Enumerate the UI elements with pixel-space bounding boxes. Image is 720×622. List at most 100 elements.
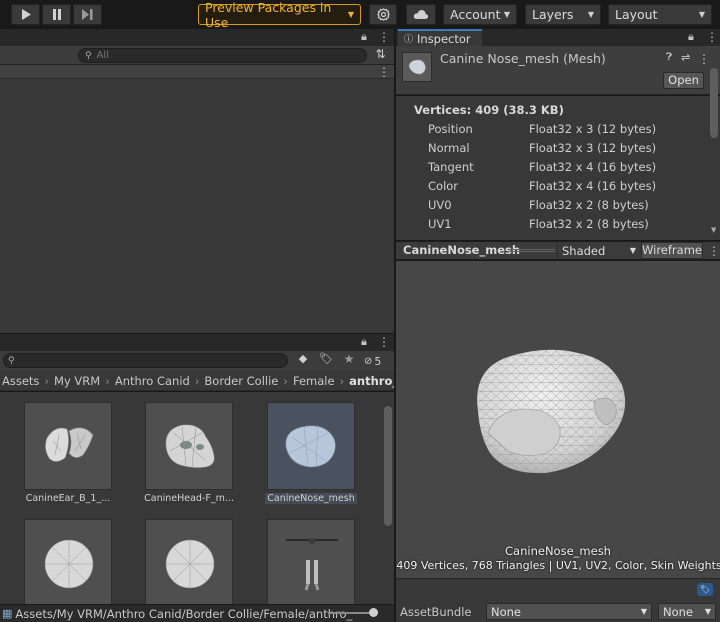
asset-thumbnail[interactable] (24, 519, 112, 604)
cloud-icon (413, 10, 429, 19)
filter-by-type-button[interactable]: ◆ (293, 352, 313, 369)
shading-mode-dropdown[interactable]: Shaded ▼ (557, 242, 639, 259)
open-button[interactable]: Open (663, 72, 704, 89)
shading-mode-value: Shaded (562, 243, 606, 258)
asset-thumbnail[interactable] (145, 402, 233, 490)
preset-icon[interactable]: ⇌ (681, 51, 690, 64)
tag-icon: 🏷︎ (699, 585, 711, 594)
head-mesh-icon (165, 424, 215, 468)
cloud-button[interactable] (406, 4, 436, 25)
chevron-down-icon: ▼ (640, 607, 647, 616)
breadcrumb: Assets › My VRM › Anthro Canid › Border … (0, 371, 394, 391)
chevron-down-icon[interactable]: ▼ (711, 226, 716, 234)
chevron-down-icon: ▼ (698, 10, 705, 19)
pause-button[interactable] (42, 4, 71, 25)
assetbundle-dropdown[interactable]: None ▼ (486, 603, 652, 620)
more-options-icon[interactable]: ⋮ (698, 53, 710, 65)
chevron-down-icon: ▼ (704, 607, 711, 616)
more-options-icon[interactable]: ⋮ (378, 336, 390, 348)
more-options-icon[interactable]: ⋮ (378, 66, 390, 78)
chevron-right-icon: › (44, 373, 50, 388)
sphere-icon (165, 539, 215, 589)
more-options-icon[interactable]: ⋮ (378, 31, 390, 43)
chevron-right-icon: › (105, 373, 110, 388)
mesh-preview-icon (402, 52, 432, 82)
play-button[interactable] (11, 4, 40, 25)
breadcrumb-item[interactable]: Assets (2, 374, 39, 388)
more-options-icon[interactable]: ⋮ (706, 31, 718, 43)
chevron-down-icon: ▼ (347, 10, 354, 19)
settings-button[interactable] (369, 4, 397, 25)
filter-by-label-button[interactable]: 🏷︎ (316, 352, 336, 369)
hierarchy-list[interactable] (0, 79, 394, 333)
chevron-right-icon: › (283, 373, 288, 388)
inspector-scrollbar[interactable] (710, 68, 718, 138)
preview-caption-name: CanineNose_mesh (505, 544, 611, 558)
slider-handle[interactable] (369, 608, 378, 617)
account-dropdown[interactable]: Account ▼ (443, 4, 517, 25)
hidden-packages-toggle[interactable]: ⊘ 5 (364, 353, 392, 369)
assetbundle-variant-value: None (663, 604, 694, 619)
assetbundle-variant-dropdown[interactable]: None ▼ (658, 603, 716, 620)
layout-dropdown[interactable]: Layout ▼ (608, 4, 712, 25)
vertices-heading: Vertices: 409 (38.3 KB) (414, 103, 564, 117)
search-icon: ⚲ (8, 355, 15, 366)
hierarchy-search-input[interactable]: ⚲ All (78, 48, 367, 63)
vertex-attribute-row: Normal Float32 x 3 (12 bytes) (428, 141, 657, 155)
assetbundle-label: AssetBundle (400, 605, 472, 619)
help-icon[interactable]: ❓︎ (666, 52, 672, 63)
skeleton-icon (286, 538, 338, 591)
breadcrumb-item[interactable]: Anthro Canid (115, 374, 190, 388)
sort-button[interactable]: ⇅ (371, 47, 390, 64)
breadcrumb-item[interactable]: Border Collie (204, 374, 278, 388)
asset-label: CanineHead-F_m... (144, 493, 234, 504)
asset-title: Canine Nose_mesh (Mesh) (440, 51, 606, 66)
wireframe-toggle[interactable]: Wireframe (641, 242, 703, 259)
selected-asset-path: Assets/My VRM/Anthro Canid/Border Collie… (15, 606, 353, 621)
gear-icon (376, 8, 390, 21)
asset-thumbnail[interactable] (24, 402, 112, 490)
vertex-attribute-row: UV0 Float32 x 2 (8 bytes) (428, 198, 649, 212)
step-button[interactable] (73, 4, 102, 25)
layout-label: Layout (615, 7, 658, 22)
grid-icon: ▦ (2, 607, 13, 620)
nose-mesh-icon (285, 424, 336, 468)
asset-grid: CanineEar_B_1_... CanineHead-F_m... Cani… (0, 392, 394, 604)
shapes-icon: ◆ (298, 352, 308, 365)
chevron-down-icon: ▼ (503, 10, 510, 19)
tab-inspector[interactable]: ⓘ Inspector (398, 29, 482, 46)
preview-title: CanineNose_mesh (403, 243, 521, 257)
asset-thumbnail-selected[interactable] (267, 402, 355, 490)
preview-packages-label: Preview Packages in Use (205, 0, 332, 30)
search-placeholder: All (96, 50, 109, 61)
breadcrumb-current[interactable]: anthro_fe (349, 374, 394, 388)
hierarchy-tab-bar (0, 29, 394, 46)
lock-icon[interactable]: 🔒︎ (361, 335, 367, 349)
preview-caption-stats: 409 Vertices, 768 Triangles | UV1, UV2, … (396, 559, 720, 572)
lock-icon[interactable]: 🔒︎ (688, 30, 694, 44)
vertex-attribute-row: Tangent Float32 x 4 (16 bytes) (428, 160, 657, 174)
favorites-button[interactable]: ★ (339, 352, 359, 369)
preview-packages-button[interactable]: Preview Packages in Use ▼ (198, 0, 361, 30)
breadcrumb-item[interactable]: My VRM (54, 374, 100, 388)
project-search-input[interactable]: ⚲ (3, 353, 288, 368)
layers-label: Layers (532, 7, 574, 22)
asset-label: CanineEar_B_1_... (25, 493, 111, 504)
sphere-icon (44, 539, 94, 589)
lock-icon[interactable]: 🔒︎ (361, 30, 367, 44)
asset-thumbnail[interactable] (267, 519, 355, 604)
hidden-count: 5 (374, 354, 382, 368)
drag-handle[interactable] (509, 249, 555, 252)
vertex-attribute-row: UV1 Float32 x 2 (8 bytes) (428, 217, 649, 231)
more-options-icon[interactable]: ⋮ (708, 245, 720, 257)
asset-thumbnail[interactable] (145, 519, 233, 604)
inspector-tab-label: Inspector (417, 31, 471, 46)
label-tag-button[interactable]: 🏷︎ (697, 583, 713, 596)
asset-grid-scrollbar[interactable] (384, 406, 392, 526)
mesh-preview-viewport[interactable]: CanineNose_mesh 409 Vertices, 768 Triang… (396, 261, 720, 578)
breadcrumb-item[interactable]: Female (293, 374, 335, 388)
asset-label-selected: CanineNose_mesh (265, 493, 357, 504)
vertex-attribute-row: Color Float32 x 4 (16 bytes) (428, 179, 657, 193)
assetbundle-value: None (491, 604, 522, 619)
layers-dropdown[interactable]: Layers ▼ (525, 4, 601, 25)
